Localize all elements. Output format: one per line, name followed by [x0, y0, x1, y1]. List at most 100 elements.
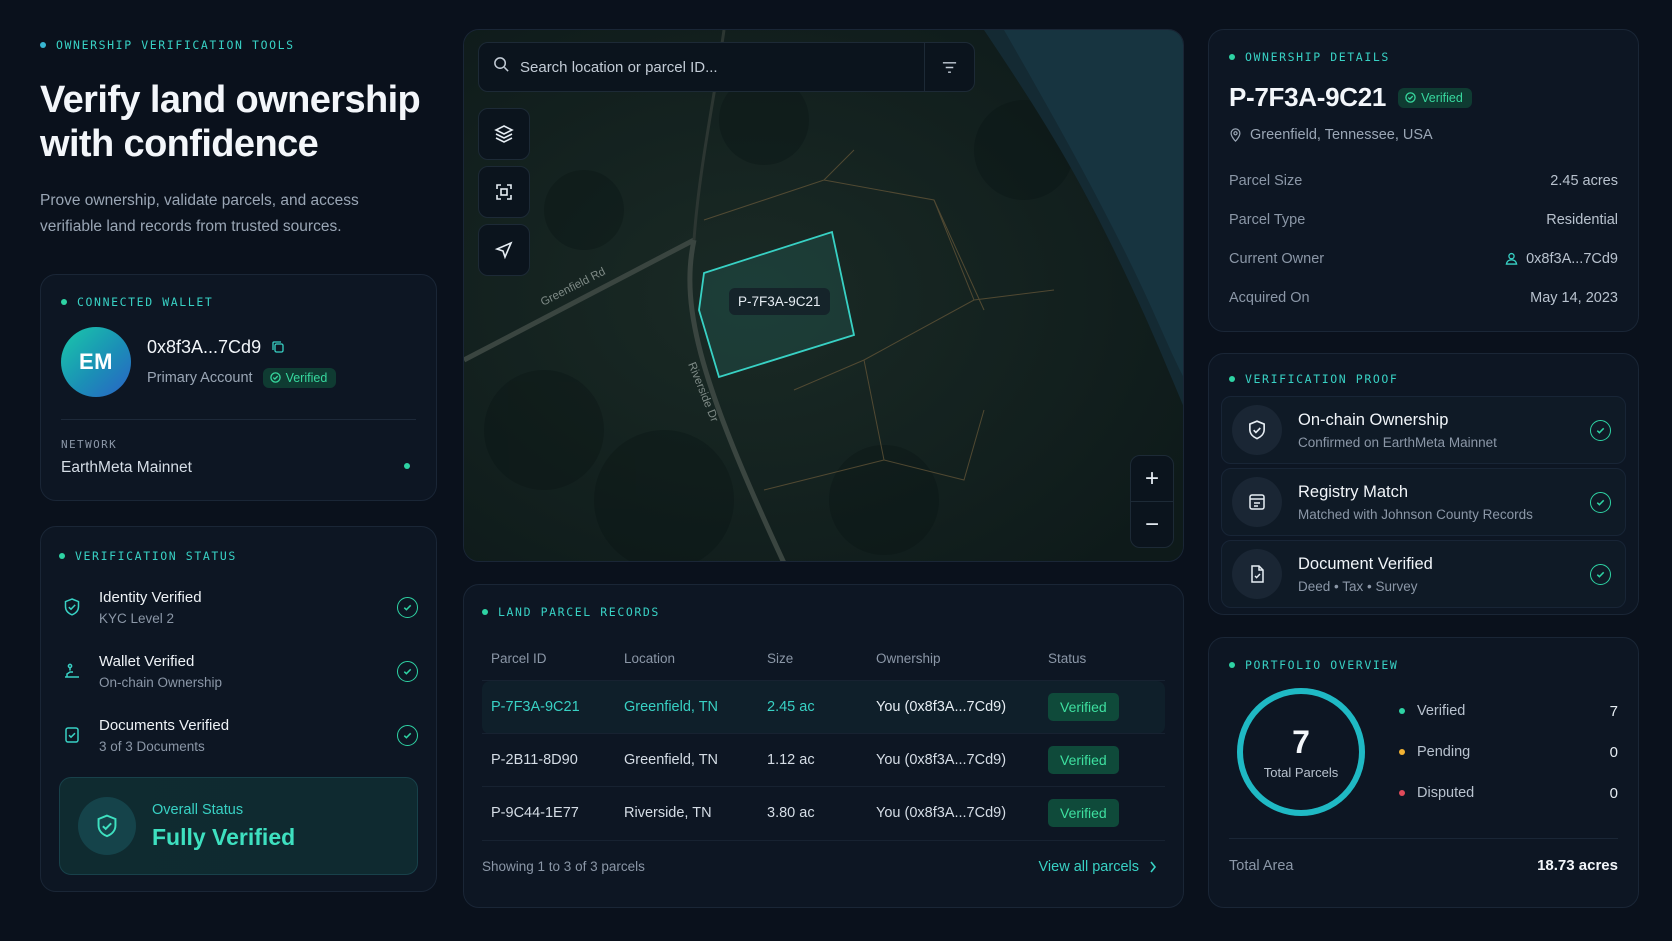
wallet-verified-badge: Verified: [262, 367, 337, 388]
avatar: EM: [61, 327, 131, 397]
proof-item-onchain[interactable]: On-chain Ownership Confirmed on EarthMet…: [1221, 396, 1626, 464]
hero-section: OWNERSHIP VERIFICATION TOOLS Verify land…: [40, 38, 440, 240]
label-dot: [59, 553, 65, 559]
table-row[interactable]: P-9C44-1E77 Riverside, TN 3.80 ac You (0…: [482, 786, 1165, 840]
detail-row: Parcel Size 2.45 acres: [1229, 172, 1618, 189]
status-item-documents: Documents Verified 3 of 3 Documents: [59, 703, 418, 767]
verification-proof-card: VERIFICATION PROOF On-chain Ownership Co…: [1208, 353, 1639, 615]
parcel-map[interactable]: Greenfield Rd Riverside Dr P-7F3A-9C21 +…: [463, 29, 1184, 562]
column-header: Ownership: [876, 651, 941, 666]
layers-icon: [494, 125, 514, 143]
status-badge: Verified: [1048, 746, 1119, 774]
zoom-controls: + −: [1130, 455, 1174, 548]
parcel-location: Greenfield, Tennessee, USA: [1229, 127, 1618, 143]
proof-item-document[interactable]: Document Verified Deed • Tax • Survey: [1221, 540, 1626, 608]
status-badge: Verified: [1048, 693, 1119, 721]
column-header: Location: [624, 651, 676, 666]
filter-button[interactable]: [924, 42, 974, 92]
column-header: Status: [1048, 651, 1087, 666]
network-row: NETWORK EarthMeta Mainnet: [61, 419, 416, 477]
navigate-button[interactable]: [478, 224, 530, 276]
portfolio-section-label: PORTFOLIO OVERVIEW: [1229, 658, 1618, 672]
label-dot: [482, 609, 488, 615]
search-icon: [493, 56, 510, 78]
network-label: NETWORK: [61, 438, 118, 451]
wallet-address: 0x8f3A...7Cd9: [147, 336, 262, 357]
map-search[interactable]: [478, 42, 975, 92]
check-circle-icon: [397, 724, 418, 746]
filter-icon: [942, 61, 957, 73]
detail-row: Acquired On May 14, 2023: [1229, 289, 1618, 306]
proof-item-registry[interactable]: Registry Match Matched with Johnson Coun…: [1221, 468, 1626, 536]
user-icon: [1505, 252, 1518, 265]
check-badge-icon: [269, 372, 281, 383]
location-pin-icon: [1230, 128, 1241, 142]
records-section-label: LAND PARCEL RECORDS: [482, 605, 1165, 619]
layers-button[interactable]: [478, 108, 530, 160]
legend-dot: [1399, 749, 1405, 755]
column-header: Size: [767, 651, 794, 666]
details-section-label: OWNERSHIP DETAILS: [1229, 50, 1618, 64]
navigate-icon: [494, 241, 513, 260]
label-dot: [1229, 54, 1235, 60]
check-circle-icon: [397, 660, 418, 682]
check-circle-icon: [1590, 491, 1611, 513]
table-footer: Showing 1 to 3 of 3 parcels View all par…: [482, 839, 1165, 875]
zoom-out-button[interactable]: −: [1131, 502, 1173, 548]
shield-icon: [1232, 405, 1282, 455]
select-area-button[interactable]: [478, 166, 530, 218]
wallet-section-label: CONNECTED WALLET: [61, 295, 416, 309]
zoom-in-button[interactable]: +: [1131, 456, 1173, 502]
eyebrow-dot: [40, 42, 46, 48]
check-circle-icon: [1590, 563, 1611, 585]
pagination-summary: Showing 1 to 3 of 3 parcels: [482, 859, 645, 874]
overall-status-value: Fully Verified: [152, 823, 296, 850]
table-row[interactable]: P-7F3A-9C21 Greenfield, TN 2.45 ac You (…: [482, 680, 1165, 734]
total-area-label: Total Area: [1229, 857, 1294, 874]
shield-icon: [78, 797, 136, 855]
details-list: Parcel Size 2.45 acres Parcel Type Resid…: [1229, 161, 1618, 317]
overall-status-label: Overall Status: [152, 801, 244, 818]
column-header: Parcel ID: [491, 651, 547, 666]
proof-section-label: VERIFICATION PROOF: [1221, 372, 1626, 386]
network-status-dot: [404, 463, 410, 469]
document-check-icon: [59, 722, 85, 748]
hero-subtitle: Prove ownership, validate parcels, and a…: [40, 192, 359, 235]
portfolio-overview-card: PORTFOLIO OVERVIEW 7 Total Parcels Verif…: [1208, 637, 1639, 908]
parcel-id-title: P-7F3A-9C21: [1229, 82, 1387, 112]
wallet-identity: EM 0x8f3A...7Cd9 Primary Account Verifie…: [61, 327, 416, 397]
label-dot: [61, 299, 67, 305]
legend-item-pending: Pending 0: [1399, 732, 1618, 773]
status-badge: Verified: [1048, 799, 1119, 828]
connected-wallet-card: CONNECTED WALLET EM 0x8f3A...7Cd9 Primar…: [40, 274, 437, 501]
total-parcels-label: Total Parcels: [1263, 765, 1339, 780]
hand-wallet-icon: [59, 658, 85, 684]
legend-item-disputed: Disputed 0: [1399, 773, 1618, 814]
search-input[interactable]: [520, 58, 924, 76]
total-parcels-value: 7: [1292, 724, 1310, 760]
ownership-details-card: OWNERSHIP DETAILS P-7F3A-9C21 Verified G…: [1208, 29, 1639, 332]
table-header: Parcel ID Location Size Ownership Status: [482, 633, 1165, 681]
total-area-row: Total Area 18.73 acres: [1229, 838, 1618, 874]
overall-status-panel: Overall Status Fully Verified: [59, 777, 418, 875]
land-parcel-records-card: LAND PARCEL RECORDS Parcel ID Location S…: [463, 584, 1184, 908]
total-area-value: 18.73 acres: [1537, 857, 1618, 874]
verification-status-card: VERIFICATION STATUS Identity Verified KY…: [40, 526, 437, 892]
status-section-label: VERIFICATION STATUS: [59, 549, 418, 563]
view-all-parcels-link[interactable]: View all parcels: [1039, 859, 1157, 875]
document-icon: [1232, 549, 1282, 599]
registry-icon: [1232, 477, 1282, 527]
legend-dot: [1399, 790, 1405, 796]
check-circle-icon: [397, 596, 418, 618]
legend-item-verified: Verified 7: [1399, 691, 1618, 732]
chevron-right-icon: [1150, 861, 1157, 872]
detail-row: Current Owner 0x8f3A...7Cd9: [1229, 250, 1618, 267]
hero-eyebrow: OWNERSHIP VERIFICATION TOOLS: [40, 38, 440, 52]
legend-dot: [1399, 708, 1405, 714]
portfolio-legend: Verified 7 Pending 0 Disputed 0: [1399, 691, 1618, 814]
parcel-map-label[interactable]: P-7F3A-9C21: [729, 288, 830, 315]
parcel-table: Parcel ID Location Size Ownership Status…: [482, 633, 1165, 840]
shield-check-icon: [59, 594, 85, 620]
copy-icon[interactable]: [271, 340, 285, 354]
table-row[interactable]: P-2B11-8D90 Greenfield, TN 1.12 ac You (…: [482, 733, 1165, 787]
